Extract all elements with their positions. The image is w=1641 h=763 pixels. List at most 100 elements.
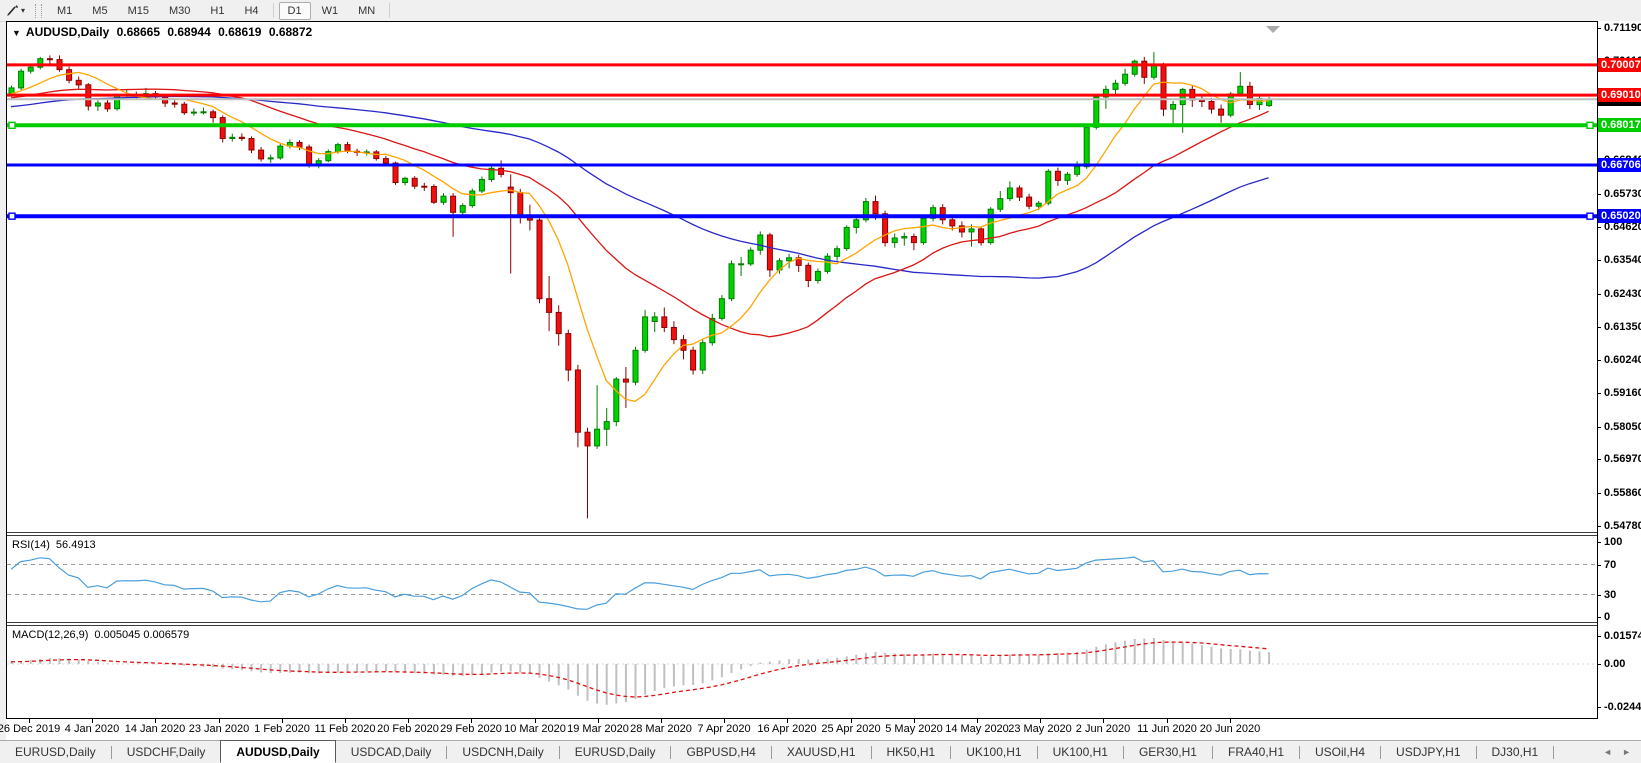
chart-tab-usdcad-daily[interactable]: USDCAD,Daily (336, 741, 447, 763)
chart-tab-hk50-h1[interactable]: HK50,H1 (872, 741, 951, 763)
price-line-tag[interactable]: 0.69010 (1598, 88, 1641, 102)
price-tick-label: 0.61350 (1598, 321, 1641, 334)
chart-toolbar: ▾ M1 M5 M15 M30 H1 H4 D1 W1 MN (0, 0, 1641, 22)
macd-signal-line (10, 641, 1269, 698)
macd-tick-label: 0.015741 (1598, 630, 1641, 643)
date-label: 11 Jun 2020 (1137, 723, 1197, 735)
date-label: 29 Feb 2020 (440, 723, 502, 735)
rsi-tick-label: 30 (1598, 589, 1641, 602)
chart-tab-dj30-h1[interactable]: DJ30,H1 (1477, 741, 1554, 763)
chart-symbol-label: AUDUSD,Daily (25, 25, 110, 39)
sma-fast-line (10, 71, 1269, 402)
date-label: 1 Feb 2020 (254, 723, 310, 735)
macd-indicator-label: MACD(12,26,9) 0.005045 0.006579 (12, 629, 189, 641)
timeframe-button-h1[interactable]: H1 (201, 2, 233, 20)
chart-tab-bar: EURUSD,Daily USDCHF,Daily AUDUSD,Daily USDC… (0, 740, 1641, 763)
date-label: 20 Jun 2020 (1199, 723, 1261, 735)
price-line-tag[interactable]: 0.65020 (1598, 209, 1641, 223)
date-label: 25 Apr 2020 (821, 723, 881, 735)
date-label: 5 May 2020 (885, 723, 943, 735)
date-label: 14 Jan 2020 (124, 723, 186, 735)
date-label: 20 Feb 2020 (377, 723, 439, 735)
date-label: 4 Jan 2020 (64, 723, 120, 735)
chart-tab-eurusd-daily[interactable]: EURUSD,Daily (0, 741, 111, 763)
chart-tab-audusd-daily[interactable]: AUDUSD,Daily (220, 740, 336, 763)
date-label: 23 Jan 2020 (188, 723, 250, 735)
price-line-tag[interactable]: 0.70007 (1598, 58, 1641, 72)
rsi-tick-label: 70 (1598, 559, 1641, 572)
timeframe-button-m30[interactable]: M30 (160, 2, 199, 20)
timeframe-button-m5[interactable]: M5 (83, 2, 116, 20)
timeframe-button-w1[interactable]: W1 (313, 2, 348, 20)
quote-low: 0.68619 (218, 25, 262, 39)
toolbar-separator (272, 3, 274, 18)
date-label: 23 May 2020 (1008, 723, 1072, 735)
price-chart-canvas[interactable] (7, 22, 1597, 532)
price-tick-label: 0.58050 (1598, 421, 1641, 434)
tab-scroll-arrows: ◄ ► (1593, 741, 1641, 763)
macd-pane-canvas[interactable] (7, 626, 1597, 718)
rsi-tick-label: 0 (1598, 611, 1641, 624)
price-axis[interactable]: 0.711900.701100.690300.679200.668400.657… (1598, 21, 1641, 719)
chart-plot-area: ▼ AUDUSD,Daily 0.68665 0.68944 0.68619 0.… (6, 21, 1598, 719)
date-label: 28 Mar 2020 (630, 723, 692, 735)
auto-scroll-triangle-icon[interactable] (1266, 26, 1280, 33)
macd-main-value: 0.005045 (94, 629, 141, 641)
timeframe-button-d1[interactable]: D1 (278, 1, 311, 20)
price-tick-label: 0.54780 (1598, 520, 1641, 533)
toolbar-separator (389, 3, 391, 18)
price-line-tag[interactable]: 0.66706 (1598, 158, 1641, 172)
rsi-name: RSI(14) (12, 539, 50, 551)
date-label: 10 Mar 2020 (504, 723, 566, 735)
chart-tab-gbpusd-h4[interactable]: GBPUSD,H4 (671, 741, 770, 763)
candles-group (8, 52, 1273, 519)
chart-title: ▼ AUDUSD,Daily 0.68665 0.68944 0.68619 0.… (12, 25, 316, 39)
price-tick-label: 0.60240 (1598, 354, 1641, 367)
price-line-tag[interactable]: 0.68017 (1598, 118, 1641, 132)
chevron-down-icon: ▾ (21, 6, 26, 15)
price-tick-label: 0.59160 (1598, 387, 1641, 400)
timeframe-button-m15[interactable]: M15 (119, 2, 158, 20)
chart-tab-usdchf-daily[interactable]: USDCHF,Daily (112, 741, 221, 763)
macd-tick-label: 0.00 (1598, 658, 1641, 671)
chart-tab-uk100-h1[interactable]: UK100,H1 (1038, 741, 1123, 763)
price-tick-label: 0.55860 (1598, 487, 1641, 500)
date-label: 26 Dec 2019 (0, 723, 61, 735)
price-tick-label: 0.65730 (1598, 188, 1641, 201)
tab-divider (1553, 745, 1555, 759)
horizontal-lines-group (7, 63, 1597, 220)
chart-tab-uk100-h1[interactable]: UK100,H1 (951, 741, 1036, 763)
date-label: 2 Jun 2020 (1075, 723, 1131, 735)
rsi-tick-label: 100 (1598, 536, 1641, 549)
quote-high: 0.68944 (167, 25, 211, 39)
chart-tab-eurusd-daily[interactable]: EURUSD,Daily (560, 741, 671, 763)
price-tick-label: 0.63540 (1598, 254, 1641, 267)
timeframe-button-m1[interactable]: M1 (48, 2, 81, 20)
date-axis[interactable]: 26 Dec 2019 4 Jan 2020 14 Jan 2020 23 Jan 2… (0, 719, 1598, 739)
chart-tool-button[interactable]: ▾ (2, 3, 29, 18)
macd-name: MACD(12,26,9) (12, 629, 89, 641)
chart-tab-fra40-h1[interactable]: FRA40,H1 (1213, 741, 1299, 763)
macd-histogram-group (10, 638, 1271, 705)
price-tick-label: 0.56970 (1598, 453, 1641, 466)
price-tick-label: 0.62430 (1598, 288, 1641, 301)
tab-scroll-right-icon[interactable]: ► (1622, 747, 1631, 757)
tab-scroll-left-icon[interactable]: ◄ (1603, 747, 1612, 757)
chart-tab-usdjpy-h1[interactable]: USDJPY,H1 (1381, 741, 1475, 763)
timeframe-button-h4[interactable]: H4 (235, 2, 267, 20)
chart-tab-ger30-h1[interactable]: GER30,H1 (1124, 741, 1212, 763)
macd-signal-value: 0.006579 (143, 629, 190, 641)
timeframe-button-mn[interactable]: MN (349, 2, 384, 20)
chart-tab-xauusd-h1[interactable]: XAUUSD,H1 (772, 741, 871, 763)
macd-tick-label: -0.024412 (1598, 701, 1641, 714)
quote-close: 0.68872 (268, 25, 313, 39)
rsi-pane-canvas[interactable] (7, 536, 1597, 622)
chart-menu-triangle-icon[interactable]: ▼ (12, 28, 21, 38)
chart-tab-usoil-h4[interactable]: USOil,H4 (1300, 741, 1380, 763)
chart-tab-usdcnh-daily[interactable]: USDCNH,Daily (447, 741, 558, 763)
rsi-value: 56.4913 (55, 539, 96, 551)
date-label: 14 May 2020 (945, 723, 1009, 735)
toolbar-grip[interactable] (35, 3, 43, 18)
date-label: 11 Feb 2020 (314, 723, 376, 735)
date-label: 7 Apr 2020 (697, 723, 751, 735)
